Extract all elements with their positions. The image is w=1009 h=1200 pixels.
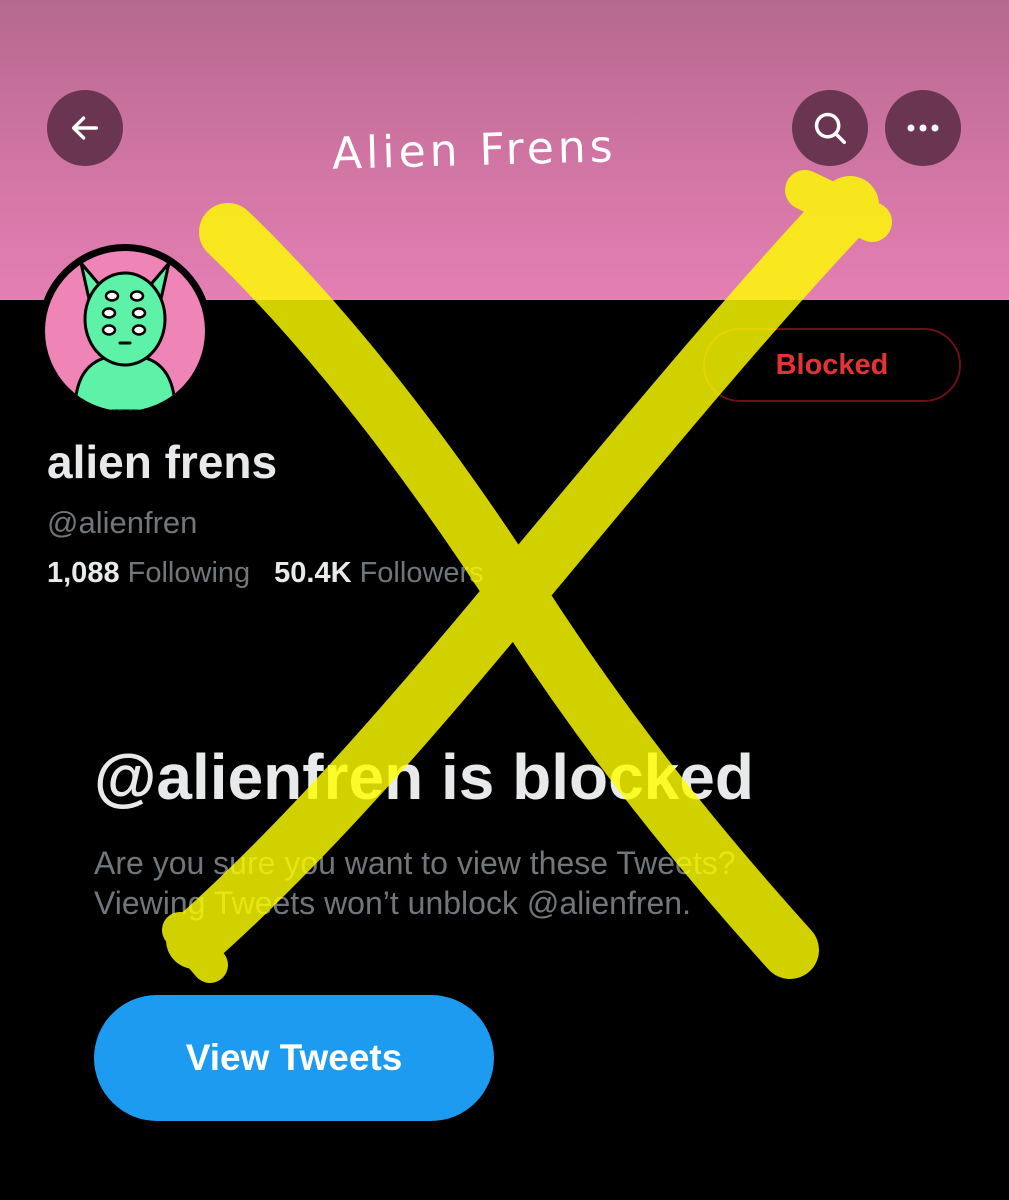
following-label: Following — [127, 557, 251, 589]
alien-avatar-image — [45, 251, 205, 411]
blocked-description-line-1: Are you sure you want to view these Twee… — [94, 845, 736, 881]
display-name: alien frens — [47, 436, 278, 488]
user-handle: @alienfren — [47, 505, 198, 540]
banner-title: Alien Frens — [331, 121, 618, 180]
following-count: 1,088 — [47, 557, 120, 589]
back-button[interactable] — [47, 90, 123, 166]
search-icon — [811, 109, 849, 147]
arrow-left-icon — [68, 111, 102, 145]
avatar[interactable] — [38, 244, 212, 418]
view-tweets-button[interactable]: View Tweets — [94, 995, 494, 1121]
following-link[interactable]: 1,088 Following — [47, 557, 250, 589]
followers-label: Followers — [359, 557, 484, 589]
blocked-description: Are you sure you want to view these Twee… — [94, 843, 894, 923]
search-button[interactable] — [792, 90, 868, 166]
more-button[interactable] — [885, 90, 961, 166]
more-horizontal-icon — [906, 123, 940, 133]
blocked-title: @alienfren is blocked — [94, 741, 754, 813]
follow-stats: 1,088 Following 50.4K Followers — [47, 557, 484, 590]
followers-count: 50.4K — [274, 557, 352, 589]
blocked-button[interactable]: Blocked — [703, 328, 961, 402]
followers-link[interactable]: 50.4K Followers — [274, 557, 484, 589]
blocked-description-line-2: Viewing Tweets won’t unblock @alienfren. — [94, 885, 691, 921]
